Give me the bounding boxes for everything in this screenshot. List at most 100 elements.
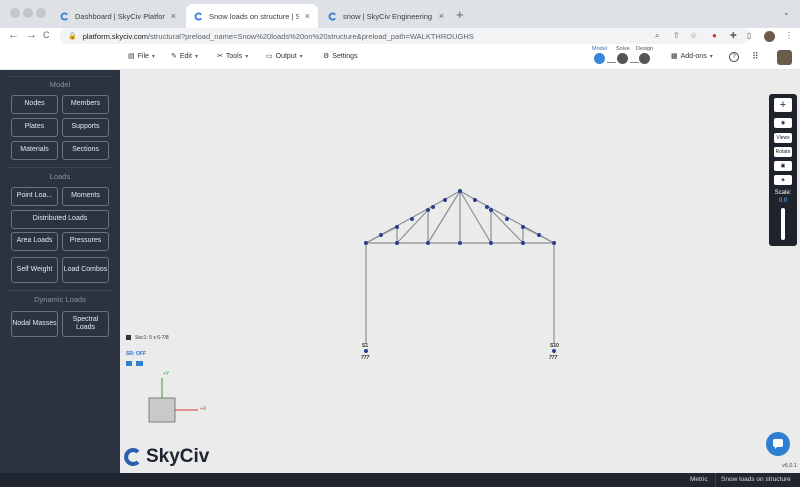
fixed-support-symbol: 777 [361, 355, 370, 361]
zoom-icon[interactable]: ⌕ [655, 31, 659, 41]
add-button[interactable]: + [774, 98, 792, 112]
edit-menu[interactable]: ✎ Edit ▾ [171, 52, 198, 61]
lock-icon[interactable] [126, 361, 132, 366]
chevron-down-icon: ▾ [709, 53, 713, 60]
section-title-dynamic-loads: Dynamic Loads [34, 295, 86, 304]
logo-text: SkyCiv [146, 446, 210, 467]
tools-menu[interactable]: ✂ Tools ▾ [217, 52, 249, 61]
plates-button[interactable]: Plates [11, 118, 58, 137]
kebab-menu-icon[interactable]: ⋮ [785, 31, 793, 40]
help-button[interactable]: ? [729, 52, 739, 62]
tab-close-button[interactable]: × [439, 11, 444, 21]
skyciv-favicon-icon [60, 11, 68, 21]
reload-button[interactable]: C [43, 30, 50, 40]
y-axis-label: +Y [163, 371, 170, 377]
window-close-control[interactable] [10, 8, 20, 18]
menu-label: Add-ons [680, 52, 707, 60]
video-icon[interactable] [136, 361, 143, 366]
window-minimize-control[interactable] [23, 8, 33, 18]
monitor-icon: ▭ [266, 53, 273, 60]
chevron-down-icon: ▾ [194, 53, 198, 60]
pressures-button[interactable]: Pressures [62, 232, 109, 251]
file-icon: ▤ [128, 53, 135, 60]
output-menu[interactable]: ▭ Output ▾ [266, 52, 303, 61]
stage-solve[interactable]: Solve [616, 46, 630, 64]
stage-connector [607, 62, 616, 63]
stage-label: Design [636, 46, 654, 52]
truss-frame-drawing[interactable] [120, 70, 800, 473]
nodal-masses-button[interactable]: Nodal Masses [11, 311, 58, 337]
cube-icon[interactable]: ◈ [774, 175, 792, 185]
user-avatar[interactable] [777, 50, 792, 65]
support-label-s10[interactable]: S10 [550, 343, 559, 349]
rotate-button[interactable]: Rotate [774, 147, 792, 157]
distributed-loads-button[interactable]: Distributed Loads [11, 210, 109, 229]
members-button[interactable]: Members [62, 95, 109, 114]
section-label: Sec1: 5 x 6-7/8 [135, 335, 169, 341]
forward-button[interactable]: → [26, 29, 37, 41]
menu-label: Output [275, 52, 297, 60]
design-stage-icon [639, 53, 651, 64]
scale-label: Scale: [774, 190, 792, 196]
chevron-down-icon: ▾ [245, 53, 249, 60]
version-label: v6.0.1 [782, 463, 797, 469]
point-loads-button[interactable]: Point Loa... [11, 187, 58, 206]
chevron-down-icon[interactable]: ⌄ [783, 8, 790, 17]
sections-button[interactable]: Sections [62, 141, 109, 160]
wrench-icon: ✂ [217, 53, 223, 60]
solve-stage-icon [617, 53, 629, 64]
apps-grid-icon[interactable]: ⠿ [752, 51, 759, 62]
area-loads-button[interactable]: Area Loads [11, 232, 58, 251]
menu-label: Tools [225, 52, 243, 60]
views-button[interactable]: Views [774, 133, 792, 143]
profile-avatar[interactable] [764, 31, 775, 42]
load-combos-button[interactable]: Load Combos [62, 257, 109, 283]
url-host: platform.skyciv.com [82, 31, 149, 41]
self-weight-button[interactable]: Self Weight [11, 257, 58, 283]
units-indicator[interactable]: Metric [690, 476, 708, 483]
spectral-loads-button[interactable]: Spectral Loads [62, 311, 109, 337]
tab-close-button[interactable]: × [171, 11, 176, 21]
moments-button[interactable]: Moments [62, 187, 109, 206]
truss-members [365, 190, 555, 344]
camera-icon[interactable]: ▣ [774, 161, 792, 171]
support-label-s1[interactable]: S1 [362, 343, 368, 349]
tab-snow-skyciv[interactable]: snow | SkyCiv Engineering × [320, 4, 452, 28]
puzzle-icon[interactable]: ✚ [730, 31, 737, 40]
scale-slider[interactable] [781, 208, 785, 240]
sidepanel-icon[interactable]: ▯ [747, 31, 751, 40]
chat-bubble-icon [773, 439, 783, 449]
tab-close-button[interactable]: × [305, 11, 310, 21]
materials-button[interactable]: Materials [11, 141, 58, 160]
sr-status[interactable]: SR: OFF [126, 351, 146, 357]
section-title-loads: Loads [49, 172, 71, 181]
window-zoom-control[interactable] [36, 8, 46, 18]
extension-icon[interactable]: ● [712, 31, 717, 40]
section-title-model: Model [49, 80, 71, 89]
file-menu[interactable]: ▤ File ▾ [128, 52, 155, 61]
section-square-icon [126, 335, 131, 340]
chat-button[interactable] [766, 432, 790, 456]
addons-menu[interactable]: ▦ Add-ons ▾ [671, 52, 713, 61]
nodes-button[interactable]: Nodes [11, 95, 58, 114]
tab-snow-loads[interactable]: Snow loads on structure | SkyC × [186, 4, 318, 28]
supports-button[interactable]: Supports [62, 118, 109, 137]
share-icon[interactable]: ⇧ [673, 31, 680, 40]
back-button[interactable]: ← [8, 29, 19, 41]
stage-label: Model [592, 46, 607, 52]
x-axis-label: +X [200, 406, 207, 412]
lock-icon: 🔒 [68, 33, 77, 40]
axis-widget [148, 378, 198, 423]
url-input[interactable]: 🔒 platform.skyciv.com/structural?preload… [60, 28, 750, 44]
view-toolbar: + ◉ Views Rotate ▣ ◈ Scale: 0.0 [769, 94, 797, 246]
menu-label: Settings [332, 52, 358, 60]
stage-model[interactable]: Model [592, 46, 607, 64]
stage-design[interactable]: Design [636, 46, 653, 64]
settings-menu[interactable]: ⚙ Settings [323, 52, 358, 61]
tab-dashboard[interactable]: Dashboard | SkyCiv Platform × [52, 4, 184, 28]
model-canvas[interactable]: Sec1: 5 x 6-7/8 SR: OFF +Y +X S1 S10 777… [120, 70, 800, 473]
star-icon[interactable]: ☆ [690, 31, 697, 40]
new-tab-button[interactable]: + [456, 7, 464, 22]
eye-icon[interactable]: ◉ [774, 118, 792, 128]
divider [8, 290, 112, 291]
